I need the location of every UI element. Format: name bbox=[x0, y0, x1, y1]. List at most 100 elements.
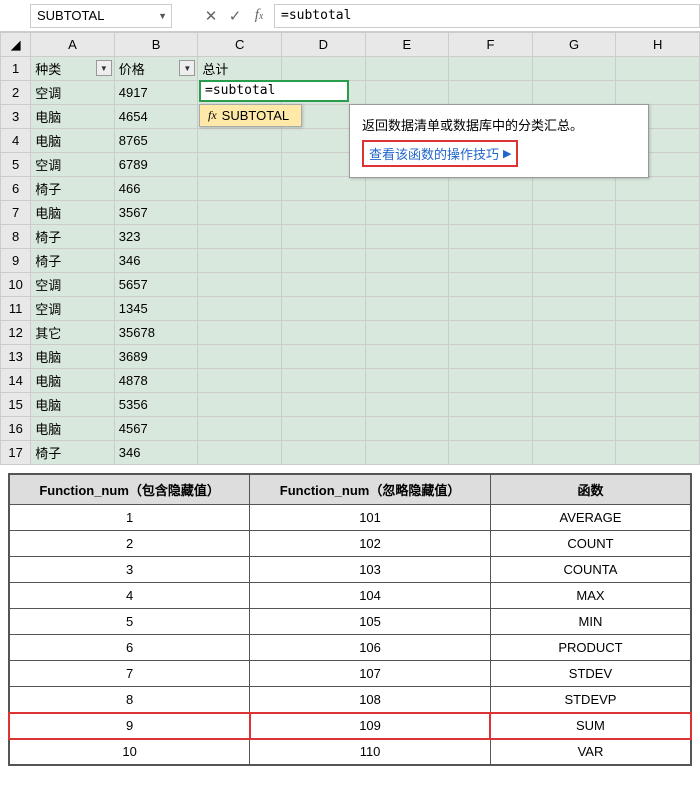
cell[interactable] bbox=[365, 321, 449, 345]
grid[interactable]: ◢ A B C D E F G H 1种类▼价格▼总计2空调49173电脑465… bbox=[0, 32, 700, 465]
cell[interactable] bbox=[449, 417, 533, 441]
cell[interactable] bbox=[198, 441, 282, 465]
cell[interactable] bbox=[616, 249, 700, 273]
filter-button[interactable]: ▼ bbox=[179, 60, 195, 76]
cell[interactable] bbox=[532, 249, 616, 273]
confirm-icon[interactable]: ✓ bbox=[226, 7, 244, 25]
row-header[interactable]: 6 bbox=[1, 177, 31, 201]
cell[interactable]: 35678 bbox=[114, 321, 198, 345]
cell[interactable] bbox=[281, 441, 365, 465]
cell[interactable] bbox=[198, 345, 282, 369]
cell[interactable] bbox=[449, 273, 533, 297]
cell[interactable] bbox=[449, 177, 533, 201]
cell[interactable] bbox=[449, 393, 533, 417]
cell[interactable] bbox=[616, 177, 700, 201]
cell[interactable] bbox=[198, 417, 282, 441]
cell[interactable] bbox=[532, 345, 616, 369]
row-header[interactable]: 11 bbox=[1, 297, 31, 321]
cell[interactable]: 电脑 bbox=[31, 129, 115, 153]
cell[interactable]: 346 bbox=[114, 441, 198, 465]
cell[interactable] bbox=[532, 273, 616, 297]
cell[interactable] bbox=[449, 57, 533, 81]
cell[interactable] bbox=[365, 441, 449, 465]
cell[interactable]: 4567 bbox=[114, 417, 198, 441]
cell[interactable]: 电脑 bbox=[31, 369, 115, 393]
cell[interactable] bbox=[532, 225, 616, 249]
cell[interactable] bbox=[281, 201, 365, 225]
cell[interactable] bbox=[449, 249, 533, 273]
cell[interactable] bbox=[616, 345, 700, 369]
cell[interactable]: 5657 bbox=[114, 273, 198, 297]
cell[interactable] bbox=[365, 297, 449, 321]
cell[interactable] bbox=[616, 225, 700, 249]
row-header[interactable]: 8 bbox=[1, 225, 31, 249]
cell[interactable]: 电脑 bbox=[31, 417, 115, 441]
cell[interactable] bbox=[198, 249, 282, 273]
row-header[interactable]: 1 bbox=[1, 57, 31, 81]
cell-editor[interactable]: =subtotal bbox=[199, 80, 349, 102]
cell[interactable] bbox=[532, 81, 616, 105]
tooltip-help-link[interactable]: 查看该函数的操作技巧 ▶ bbox=[362, 140, 518, 167]
cell[interactable] bbox=[365, 177, 449, 201]
cell[interactable]: 椅子 bbox=[31, 177, 115, 201]
cell[interactable] bbox=[616, 57, 700, 81]
cell[interactable] bbox=[281, 417, 365, 441]
cell[interactable] bbox=[616, 393, 700, 417]
cell[interactable] bbox=[365, 81, 449, 105]
cancel-icon[interactable]: ✕ bbox=[202, 7, 220, 25]
cell[interactable]: 1345 bbox=[114, 297, 198, 321]
cell[interactable]: 5356 bbox=[114, 393, 198, 417]
cell[interactable] bbox=[616, 201, 700, 225]
cell[interactable] bbox=[281, 177, 365, 201]
cell[interactable] bbox=[198, 297, 282, 321]
cell[interactable] bbox=[198, 273, 282, 297]
cell[interactable]: 总计 bbox=[198, 57, 282, 81]
filter-button[interactable]: ▼ bbox=[96, 60, 112, 76]
cell[interactable]: 电脑 bbox=[31, 393, 115, 417]
intellisense-item[interactable]: fx SUBTOTAL bbox=[200, 105, 301, 126]
col-header-D[interactable]: D bbox=[281, 33, 365, 57]
cell[interactable]: 323 bbox=[114, 225, 198, 249]
row-header[interactable]: 3 bbox=[1, 105, 31, 129]
row-header[interactable]: 17 bbox=[1, 441, 31, 465]
cell[interactable] bbox=[532, 57, 616, 81]
cell[interactable] bbox=[532, 201, 616, 225]
cell[interactable] bbox=[198, 177, 282, 201]
col-header-H[interactable]: H bbox=[616, 33, 700, 57]
cell[interactable] bbox=[616, 369, 700, 393]
select-all-corner[interactable]: ◢ bbox=[1, 33, 31, 57]
cell[interactable]: 3567 bbox=[114, 201, 198, 225]
cell[interactable] bbox=[532, 369, 616, 393]
cell[interactable]: 椅子 bbox=[31, 249, 115, 273]
cell[interactable] bbox=[281, 345, 365, 369]
cell[interactable] bbox=[365, 417, 449, 441]
cell[interactable] bbox=[281, 57, 365, 81]
cell[interactable] bbox=[365, 225, 449, 249]
cell[interactable] bbox=[365, 345, 449, 369]
cell[interactable]: 空调 bbox=[31, 153, 115, 177]
fx-icon[interactable]: fx bbox=[250, 7, 268, 24]
cell[interactable]: 4917 bbox=[114, 81, 198, 105]
cell[interactable] bbox=[616, 297, 700, 321]
cell[interactable] bbox=[532, 417, 616, 441]
cell[interactable] bbox=[616, 273, 700, 297]
cell[interactable] bbox=[365, 57, 449, 81]
row-header[interactable]: 14 bbox=[1, 369, 31, 393]
row-header[interactable]: 5 bbox=[1, 153, 31, 177]
cell[interactable] bbox=[449, 225, 533, 249]
cell[interactable] bbox=[281, 249, 365, 273]
chevron-down-icon[interactable]: ▼ bbox=[158, 11, 167, 21]
row-header[interactable]: 12 bbox=[1, 321, 31, 345]
cell[interactable] bbox=[532, 297, 616, 321]
cell[interactable] bbox=[365, 201, 449, 225]
col-header-E[interactable]: E bbox=[365, 33, 449, 57]
row-header[interactable]: 7 bbox=[1, 201, 31, 225]
cell[interactable] bbox=[281, 297, 365, 321]
cell[interactable]: 其它 bbox=[31, 321, 115, 345]
row-header[interactable]: 15 bbox=[1, 393, 31, 417]
cell[interactable]: 椅子 bbox=[31, 225, 115, 249]
cell[interactable] bbox=[449, 321, 533, 345]
cell[interactable]: 4878 bbox=[114, 369, 198, 393]
cell[interactable] bbox=[365, 249, 449, 273]
col-header-C[interactable]: C bbox=[198, 33, 282, 57]
